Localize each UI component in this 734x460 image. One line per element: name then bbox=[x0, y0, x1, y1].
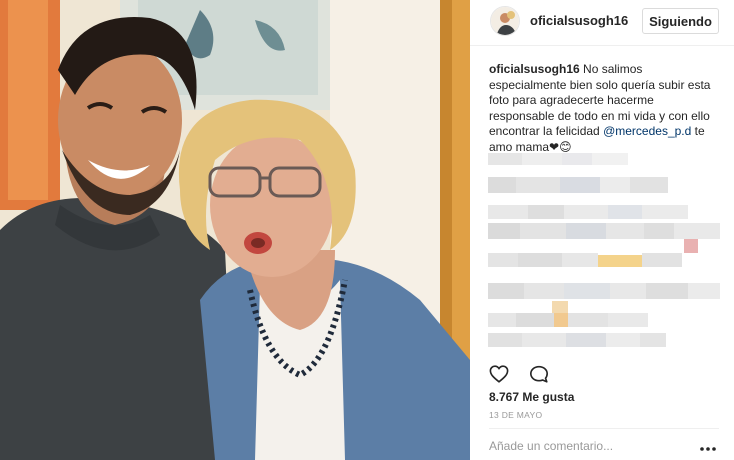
post-caption: oficialsusogh16 No salimos especialmente… bbox=[489, 62, 721, 155]
selfie-image bbox=[0, 0, 470, 460]
heart-icon[interactable] bbox=[489, 365, 511, 385]
caption-mention-link[interactable]: @mercedes_p.d bbox=[603, 124, 691, 138]
post-header: oficialsusogh16 Siguiendo bbox=[470, 0, 734, 46]
add-comment-bar bbox=[489, 428, 719, 460]
comment-icon[interactable] bbox=[529, 365, 551, 385]
likes-count[interactable]: 8.767 Me gusta bbox=[489, 390, 574, 404]
comments-list-pixelated bbox=[488, 153, 720, 358]
post-date[interactable]: 13 DE MAYO bbox=[489, 410, 542, 420]
more-options-icon[interactable] bbox=[699, 441, 717, 451]
avatar[interactable] bbox=[490, 6, 520, 36]
following-button[interactable]: Siguiendo bbox=[642, 8, 719, 34]
post-actions bbox=[489, 365, 565, 385]
post-photo[interactable] bbox=[0, 0, 470, 460]
add-comment-input[interactable] bbox=[489, 439, 689, 453]
post-panel: oficialsusogh16 Siguiendo oficialsusogh1… bbox=[470, 0, 734, 460]
post-author-username[interactable]: oficialsusogh16 bbox=[530, 13, 628, 28]
caption-username[interactable]: oficialsusogh16 bbox=[489, 62, 580, 76]
